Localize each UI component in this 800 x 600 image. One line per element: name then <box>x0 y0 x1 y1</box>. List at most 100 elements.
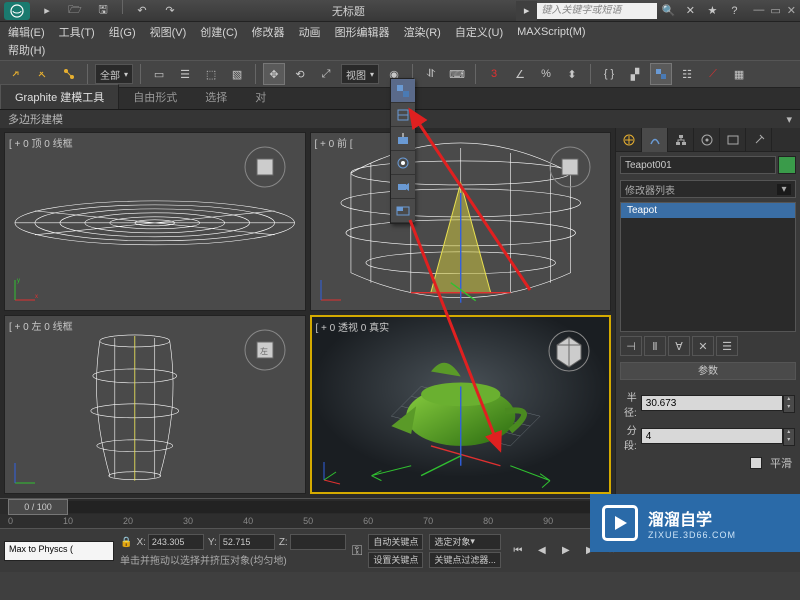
menu-customize[interactable]: 自定义(U) <box>455 24 503 40</box>
configure-sets-icon[interactable]: ☰ <box>716 336 738 356</box>
smooth-checkbox[interactable] <box>750 457 762 469</box>
comm-center-icon[interactable]: ✕ <box>679 0 701 22</box>
layers-icon[interactable]: ☷ <box>676 63 698 85</box>
coord-x-input[interactable] <box>148 534 204 550</box>
link-icon[interactable] <box>6 63 28 85</box>
align-view-icon[interactable] <box>391 199 415 223</box>
unlink-icon[interactable] <box>32 63 54 85</box>
minimize-icon[interactable]: — <box>753 4 764 17</box>
close-icon[interactable]: ✕ <box>787 4 796 17</box>
menu-rendering[interactable]: 渲染(R) <box>404 24 441 40</box>
tab-graphite[interactable]: Graphite 建模工具 <box>0 84 119 109</box>
select-scale-icon[interactable]: ⤢ <box>315 63 337 85</box>
object-color-swatch[interactable] <box>778 156 796 174</box>
viewcube-icon[interactable]: 左 <box>243 328 287 372</box>
cmd-motion-icon[interactable] <box>694 128 720 152</box>
stack-item-teapot[interactable]: Teapot <box>621 203 795 218</box>
curve-editor-icon[interactable]: ⟋ <box>702 63 724 85</box>
window-crossing-icon[interactable]: ▧ <box>226 63 248 85</box>
menu-create[interactable]: 创建(C) <box>200 24 237 40</box>
autokey-button[interactable]: 自动关键点 <box>368 534 423 550</box>
remove-modifier-icon[interactable]: ✕ <box>692 336 714 356</box>
menu-animation[interactable]: 动画 <box>299 24 321 40</box>
menu-help[interactable]: 帮助(H) <box>8 45 45 57</box>
keyboard-shortcut-icon[interactable]: ⌨ <box>446 63 468 85</box>
menu-edit[interactable]: 编辑(E) <box>8 24 45 40</box>
viewcube-icon[interactable] <box>548 145 592 189</box>
goto-start-icon[interactable]: ⏮ <box>507 540 529 562</box>
play-icon[interactable]: ▶ <box>555 540 577 562</box>
radius-spinner[interactable]: ▴▾ <box>783 395 795 413</box>
align-tool-icon[interactable] <box>391 79 415 103</box>
menu-views[interactable]: 视图(V) <box>150 24 187 40</box>
tab-object[interactable]: 对 <box>241 85 280 109</box>
pin-stack-icon[interactable]: ⊣ <box>620 336 642 356</box>
key-icon[interactable]: ⚿ <box>352 542 363 559</box>
named-selset-icon[interactable]: { } <box>598 63 620 85</box>
menu-grapheditors[interactable]: 图形编辑器 <box>335 24 390 40</box>
redo-icon[interactable]: ↷ <box>159 0 181 22</box>
menu-maxscript[interactable]: MAXScript(M) <box>517 26 585 38</box>
manipulate-icon[interactable]: ⥯ <box>420 63 442 85</box>
menu-modifiers[interactable]: 修改器 <box>252 24 285 40</box>
segments-spinner[interactable]: ▴▾ <box>783 428 795 446</box>
undo-icon[interactable]: ↶ <box>131 0 153 22</box>
show-end-result-icon[interactable]: Ⅱ <box>644 336 666 356</box>
open-icon[interactable]: 🗁 <box>64 0 86 22</box>
keyfilters-button[interactable]: 关键点过滤器... <box>429 552 501 568</box>
menu-group[interactable]: 组(G) <box>109 24 136 40</box>
selection-filter-dropdown[interactable]: 全部▾ <box>95 64 133 84</box>
viewport-front[interactable]: [ + 0 前 [ <box>310 132 612 311</box>
coord-z-input[interactable] <box>290 534 346 550</box>
viewcube-icon[interactable] <box>547 329 591 373</box>
schematic-icon[interactable]: ▦ <box>728 63 750 85</box>
rollout-parameters[interactable]: 参数 <box>620 362 796 380</box>
binoculars-icon[interactable]: 🔍 <box>657 0 679 22</box>
select-region-icon[interactable]: ⬚ <box>200 63 222 85</box>
align-icon[interactable] <box>650 63 672 85</box>
ref-coord-dropdown[interactable]: 视图▾ <box>341 64 379 84</box>
normal-align-icon[interactable] <box>391 127 415 151</box>
keymode-dropdown[interactable]: 选定对象 ▾ <box>429 534 501 550</box>
lock-selection-icon[interactable]: 🔒 <box>120 537 132 548</box>
viewcube-icon[interactable] <box>243 145 287 189</box>
new-icon[interactable]: ▸ <box>36 0 58 22</box>
spinner-snap-icon[interactable]: ⬍ <box>561 63 583 85</box>
maxscript-listener[interactable]: Max to Physcs ( <box>4 541 114 561</box>
select-move-icon[interactable]: ✥ <box>263 63 285 85</box>
radius-input[interactable] <box>641 395 783 411</box>
cmd-utilities-icon[interactable] <box>746 128 772 152</box>
viewport-left[interactable]: [ + 0 左 0 线框 左 <box>4 315 306 494</box>
tab-selection[interactable]: 选择 <box>191 85 241 109</box>
select-icon[interactable]: ▭ <box>148 63 170 85</box>
align-camera-icon[interactable] <box>391 175 415 199</box>
search-input[interactable]: 键入关键字或短语 <box>537 3 657 19</box>
angle-snap-icon[interactable]: ∠ <box>509 63 531 85</box>
place-highlight-icon[interactable] <box>391 151 415 175</box>
bind-icon[interactable] <box>58 63 80 85</box>
percent-snap-icon[interactable]: % <box>535 63 557 85</box>
prev-frame-icon[interactable]: ◀ <box>531 540 553 562</box>
make-unique-icon[interactable]: ∀ <box>668 336 690 356</box>
coord-y-input[interactable] <box>219 534 275 550</box>
time-slider[interactable]: 0 / 100 <box>8 499 68 515</box>
cmd-create-icon[interactable] <box>616 128 642 152</box>
object-name-input[interactable] <box>620 156 776 174</box>
mirror-icon[interactable]: ▞ <box>624 63 646 85</box>
viewport-perspective[interactable]: [ + 0 透视 0 真实 <box>310 315 612 494</box>
maximize-icon[interactable]: ▭ <box>770 4 780 17</box>
setkey-button[interactable]: 设置关键点 <box>368 552 423 568</box>
select-rotate-icon[interactable]: ⟲ <box>289 63 311 85</box>
tab-freeform[interactable]: 自由形式 <box>119 85 191 109</box>
segments-input[interactable] <box>641 428 783 444</box>
cmd-hierarchy-icon[interactable] <box>668 128 694 152</box>
viewport-top[interactable]: [ + 0 顶 0 线框 xy <box>4 132 306 311</box>
menu-tools[interactable]: 工具(T) <box>59 24 95 40</box>
help-icon[interactable]: ? <box>723 0 745 22</box>
select-name-icon[interactable]: ☰ <box>174 63 196 85</box>
quick-align-icon[interactable] <box>391 103 415 127</box>
snap-toggle-icon[interactable]: 3 <box>483 63 505 85</box>
modifier-stack[interactable]: Teapot <box>620 202 796 332</box>
modifier-list-dropdown[interactable]: 修改器列表▾ <box>620 180 796 198</box>
favorites-icon[interactable]: ★ <box>701 0 723 22</box>
